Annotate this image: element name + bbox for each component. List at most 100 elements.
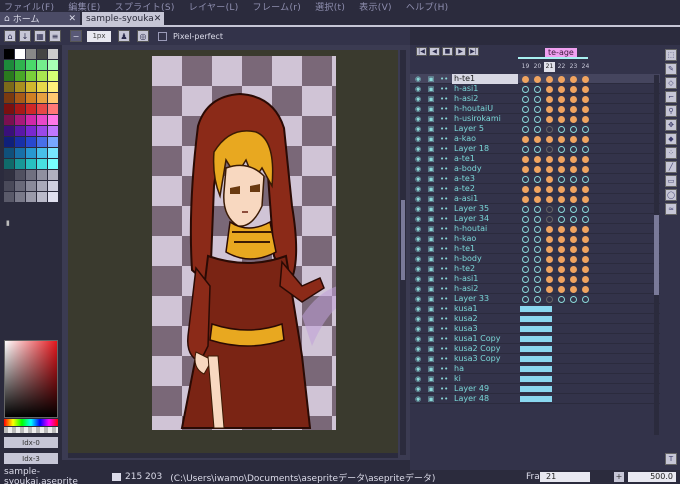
cel[interactable] <box>546 116 553 123</box>
frame-header-cell[interactable]: 24 <box>580 62 591 72</box>
cel[interactable] <box>558 196 565 203</box>
lock-icon[interactable]: ▣ <box>427 275 435 283</box>
cel[interactable] <box>546 216 553 223</box>
cel[interactable] <box>570 136 577 143</box>
cel[interactable] <box>534 206 541 213</box>
cel[interactable] <box>570 286 577 293</box>
lock-icon[interactable]: ▣ <box>427 125 435 133</box>
cel[interactable] <box>570 106 577 113</box>
layer-row[interactable]: ◉ ▣ •• kusa1 Copy <box>410 334 660 344</box>
layer-row[interactable]: ◉ ▣ •• ki <box>410 374 660 384</box>
eye-icon[interactable]: ◉ <box>414 305 422 313</box>
lock-icon[interactable]: ▣ <box>427 265 435 273</box>
palette-swatch[interactable] <box>4 170 14 180</box>
continuous-icon[interactable]: •• <box>440 295 448 303</box>
cel[interactable] <box>546 186 553 193</box>
cel[interactable] <box>522 156 529 163</box>
cel[interactable] <box>522 86 529 93</box>
cel[interactable] <box>534 286 541 293</box>
cel[interactable] <box>582 166 589 173</box>
spray-tool-icon[interactable]: ⁘ <box>665 147 677 159</box>
lock-icon[interactable]: ▣ <box>427 215 435 223</box>
lock-icon[interactable]: ▣ <box>427 225 435 233</box>
cel[interactable] <box>570 86 577 93</box>
palette-swatch[interactable] <box>37 181 47 191</box>
cel[interactable] <box>522 136 529 143</box>
palette-swatch[interactable] <box>26 126 36 136</box>
palette-swatch[interactable] <box>4 71 14 81</box>
cel[interactable] <box>522 146 529 153</box>
cel[interactable] <box>522 206 529 213</box>
lock-icon[interactable]: ▣ <box>427 205 435 213</box>
zoom-tool-icon[interactable]: ⚲ <box>665 105 677 117</box>
eye-icon[interactable]: ◉ <box>414 265 422 273</box>
continuous-icon[interactable]: •• <box>440 335 448 343</box>
layer-row[interactable]: ◉ ▣ •• kusa1 <box>410 304 660 314</box>
layer-row[interactable]: ◉ ▣ •• Layer 18 <box>410 144 660 154</box>
cel[interactable] <box>570 196 577 203</box>
cel[interactable] <box>522 226 529 233</box>
hue-slider[interactable] <box>4 419 58 426</box>
eye-icon[interactable]: ◉ <box>414 375 422 383</box>
continuous-icon[interactable]: •• <box>440 325 448 333</box>
palette-swatch[interactable] <box>15 170 25 180</box>
eye-icon[interactable]: ◉ <box>414 355 422 363</box>
layer-row[interactable]: ◉ ▣ •• h-asi2 <box>410 284 660 294</box>
eye-icon[interactable]: ◉ <box>414 225 422 233</box>
palette-swatch[interactable] <box>26 192 36 202</box>
palette-swatch[interactable] <box>15 49 25 59</box>
layer-row[interactable]: ◉ ▣ •• h-te2 <box>410 264 660 274</box>
cel[interactable] <box>534 76 541 83</box>
cel[interactable] <box>546 86 553 93</box>
palette-swatch[interactable] <box>48 192 58 202</box>
cel[interactable] <box>582 176 589 183</box>
continuous-icon[interactable]: •• <box>440 165 448 173</box>
zoom-input[interactable]: 500.0 <box>628 472 676 482</box>
cel-span[interactable] <box>520 376 552 382</box>
cel[interactable] <box>534 136 541 143</box>
background-color[interactable]: Idx-3 <box>4 453 58 464</box>
home-button[interactable]: ⌂ <box>4 30 16 42</box>
lock-icon[interactable]: ▣ <box>427 245 435 253</box>
cel[interactable] <box>546 76 553 83</box>
palette-swatch[interactable] <box>15 71 25 81</box>
palette-swatch[interactable] <box>4 60 14 70</box>
lock-icon[interactable]: ▣ <box>427 115 435 123</box>
cel-span[interactable] <box>520 346 552 352</box>
lock-icon[interactable]: ▣ <box>427 285 435 293</box>
layer-row[interactable]: ◉ ▣ •• Layer 35 <box>410 204 660 214</box>
cel[interactable] <box>558 246 565 253</box>
eye-icon[interactable]: ◉ <box>414 365 422 373</box>
close-icon[interactable]: ✕ <box>68 14 76 24</box>
cel[interactable] <box>546 96 553 103</box>
cel[interactable] <box>534 196 541 203</box>
layer-row[interactable]: ◉ ▣ •• Layer 49 <box>410 384 660 394</box>
layer-row[interactable]: ◉ ▣ •• h-houtaiU <box>410 104 660 114</box>
cel-span[interactable] <box>520 356 552 362</box>
brush-size-input[interactable]: 1px <box>87 30 111 42</box>
layer-row[interactable]: ◉ ▣ •• kusa2 Copy <box>410 344 660 354</box>
cel[interactable] <box>534 156 541 163</box>
cel-span[interactable] <box>520 306 552 312</box>
cel[interactable] <box>582 256 589 263</box>
palette-swatch[interactable] <box>48 60 58 70</box>
cel[interactable] <box>546 286 553 293</box>
text-tool-icon[interactable]: T <box>665 453 677 465</box>
layer-row[interactable]: ◉ ▣ •• Layer 5 <box>410 124 660 134</box>
continuous-icon[interactable]: •• <box>440 395 448 403</box>
eye-icon[interactable]: ◉ <box>414 145 422 153</box>
lock-icon[interactable]: ▣ <box>427 175 435 183</box>
eye-icon[interactable]: ◉ <box>414 85 422 93</box>
cel[interactable] <box>546 126 553 133</box>
pixel-perfect-checkbox[interactable] <box>158 31 167 41</box>
palette-swatch[interactable] <box>26 82 36 92</box>
palette-swatch[interactable] <box>37 137 47 147</box>
cel[interactable] <box>546 256 553 263</box>
settings-icon[interactable]: ◎ <box>137 30 149 42</box>
layer-row[interactable]: ◉ ▣ •• a-asi1 <box>410 194 660 204</box>
palette-swatch[interactable] <box>4 49 14 59</box>
continuous-icon[interactable]: •• <box>440 265 448 273</box>
lock-icon[interactable]: ▣ <box>427 395 435 403</box>
cel[interactable] <box>534 216 541 223</box>
cel[interactable] <box>582 246 589 253</box>
